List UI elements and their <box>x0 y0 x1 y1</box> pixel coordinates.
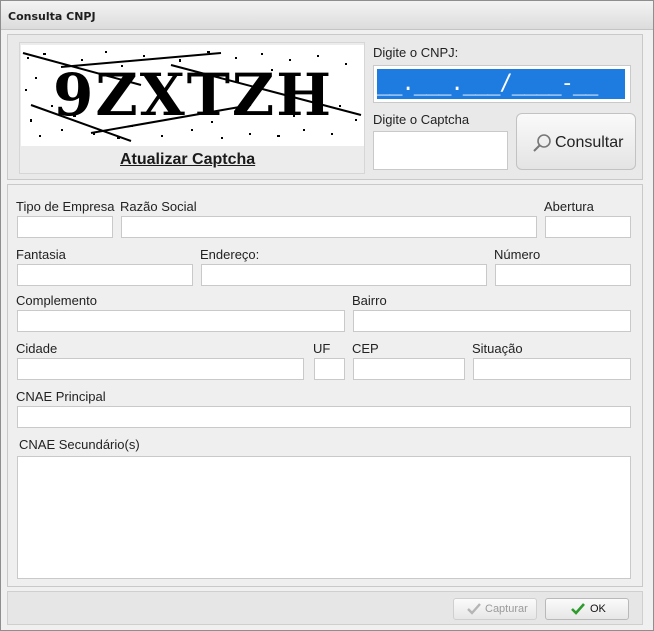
tipo-empresa-field[interactable] <box>17 216 113 238</box>
numero-field[interactable] <box>495 264 631 286</box>
fantasia-field[interactable] <box>17 264 193 286</box>
consultar-button[interactable]: Consultar <box>516 113 636 170</box>
capturar-label: Capturar <box>485 603 528 615</box>
situacao-label: Situação <box>472 341 523 356</box>
cnae-secundario-textarea[interactable] <box>17 456 631 579</box>
tipo-empresa-label: Tipo de Empresa <box>16 199 115 214</box>
consultar-label: Consultar <box>555 134 624 151</box>
capturar-button[interactable]: Capturar <box>453 598 537 620</box>
abertura-field[interactable] <box>545 216 631 238</box>
uf-label: UF <box>313 341 331 356</box>
complemento-label: Complemento <box>16 293 97 308</box>
consulta-cnpj-dialog: Consulta CNPJ 9ZXTZH Atualizar Captcha D… <box>0 0 654 631</box>
situacao-field[interactable] <box>473 358 631 380</box>
captcha-input[interactable] <box>373 131 508 170</box>
fantasia-label: Fantasia <box>16 247 66 262</box>
cnae-secundario-label: CNAE Secundário(s) <box>19 437 140 452</box>
endereco-label: Endereço: <box>200 247 260 262</box>
refresh-captcha-link[interactable]: Atualizar Captcha <box>120 151 255 169</box>
cnpj-mask-value: __.___.___/____-__ <box>377 69 625 99</box>
cnpj-input[interactable]: __.___.___/____-__ <box>373 65 631 103</box>
bairro-label: Bairro <box>352 293 387 308</box>
cnae-principal-field[interactable] <box>17 406 631 428</box>
captcha-image: 9ZXTZH <box>21 45 364 146</box>
cnae-principal-label: CNAE Principal <box>16 389 106 404</box>
cep-field[interactable] <box>353 358 465 380</box>
razao-social-field[interactable] <box>121 216 537 238</box>
search-icon <box>533 134 551 152</box>
complemento-field[interactable] <box>17 310 345 332</box>
ok-label: OK <box>590 603 606 615</box>
captcha-label: Digite o Captcha <box>373 112 470 127</box>
check-icon <box>571 603 585 615</box>
abertura-label: Abertura <box>544 199 594 214</box>
ok-button[interactable]: OK <box>545 598 629 620</box>
bairro-field[interactable] <box>353 310 631 332</box>
title-bar: Consulta CNPJ <box>1 1 653 30</box>
razao-social-label: Razão Social <box>120 199 197 214</box>
cidade-label: Cidade <box>16 341 58 356</box>
cnpj-label: Digite o CNPJ: <box>373 45 459 60</box>
check-icon <box>467 603 481 615</box>
cep-label: CEP <box>352 341 379 356</box>
uf-field[interactable] <box>314 358 345 380</box>
numero-label: Número <box>494 247 541 262</box>
cidade-field[interactable] <box>17 358 304 380</box>
endereco-field[interactable] <box>201 264 487 286</box>
window-title: Consulta CNPJ <box>8 10 96 23</box>
captcha-text: 9ZXTZH <box>53 61 333 129</box>
